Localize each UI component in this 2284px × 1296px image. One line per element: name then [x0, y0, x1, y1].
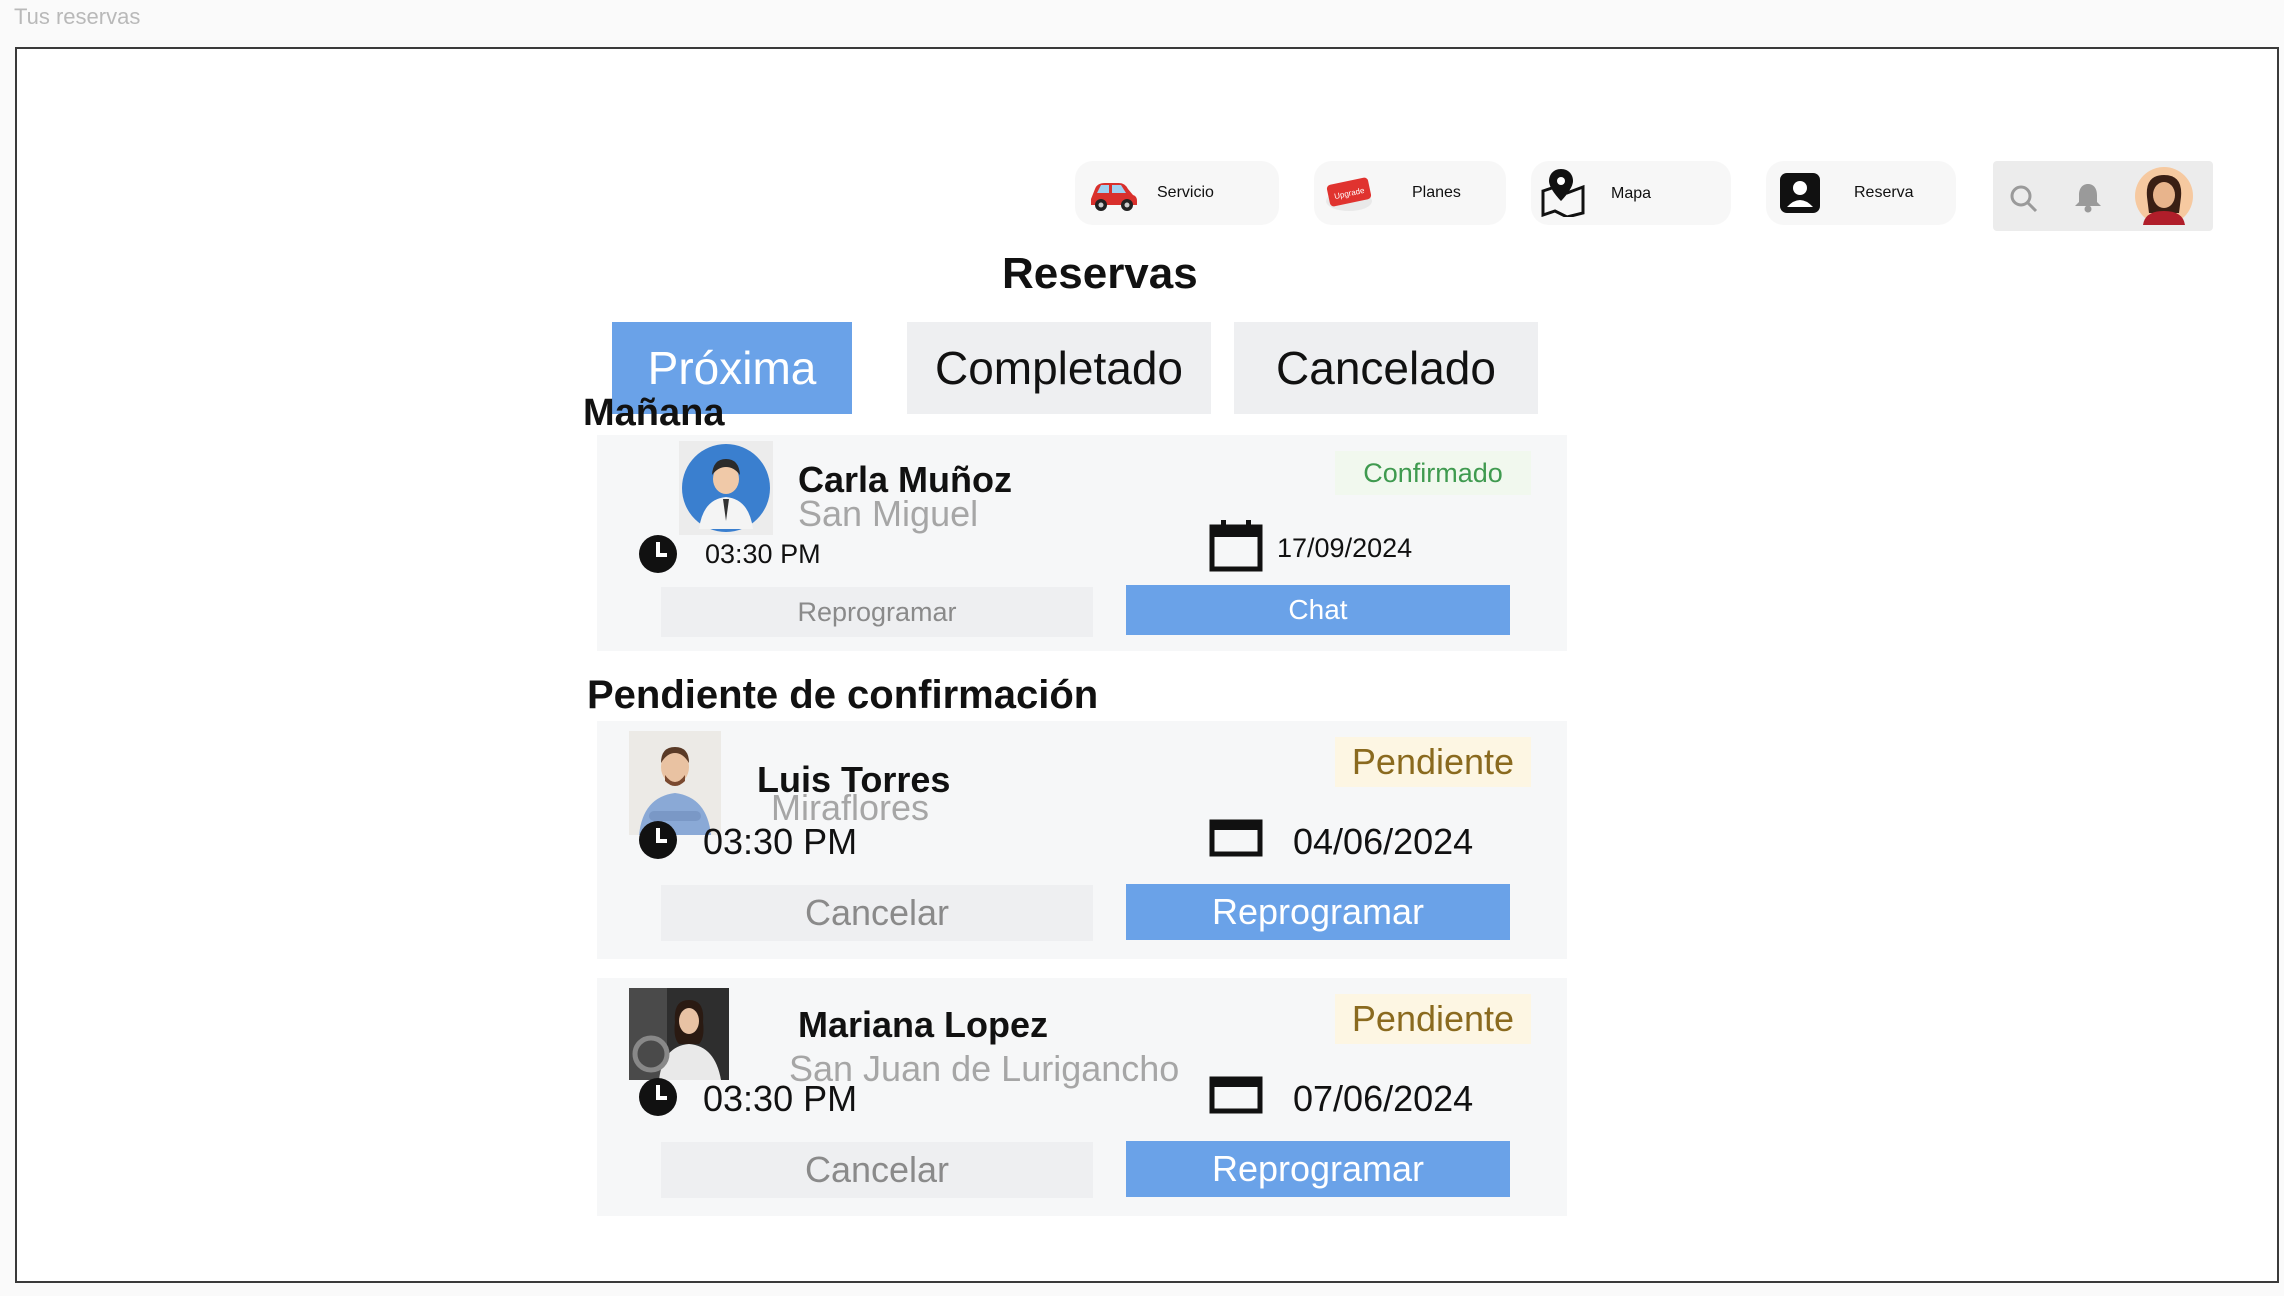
booking-time: 03:30 PM — [703, 1078, 858, 1119]
avatar-frame — [629, 988, 729, 1080]
header-tools — [1993, 161, 2213, 231]
clock-icon — [639, 535, 677, 573]
booking-date: 17/09/2024 — [1277, 533, 1413, 563]
avatar — [629, 988, 729, 1080]
clock-icon — [639, 821, 677, 859]
client-name: Mariana Lopez — [798, 1004, 1049, 1045]
reschedule-button[interactable]: Reprogramar — [661, 587, 1093, 637]
frame-label: Tus reservas — [14, 4, 141, 29]
booking-time: 03:30 PM — [705, 539, 821, 569]
status-badge: Pendiente — [1335, 994, 1531, 1044]
booking-card: Mariana Lopez San Juan de Lurigancho Pen… — [597, 978, 1567, 1216]
nav-reserva[interactable]: Reserva — [1766, 161, 1956, 225]
calendar-icon — [1209, 520, 1263, 572]
calendar-icon — [1209, 819, 1263, 857]
reschedule-button[interactable]: Reprogramar — [1126, 884, 1510, 940]
cancel-button[interactable]: Cancelar — [661, 1142, 1093, 1198]
upgrade-badge-icon: Upgrade — [1326, 177, 1372, 211]
nav-reserva-label: Reserva — [1854, 184, 1914, 201]
chat-button[interactable]: Chat — [1126, 585, 1510, 635]
avatar-frame — [679, 441, 773, 535]
booking-time: 03:30 PM — [703, 821, 858, 862]
nav-servicio-label: Servicio — [1157, 184, 1214, 201]
booking-card: Luis Torres Miraflores Pendiente 03:30 P… — [597, 721, 1567, 959]
avatar[interactable] — [2135, 167, 2193, 225]
calendar-icon — [1209, 1076, 1263, 1114]
nav-mapa[interactable]: Mapa — [1531, 161, 1731, 225]
page-title: Reservas — [1002, 249, 1198, 298]
avatar — [682, 444, 770, 532]
cancel-button[interactable]: Cancelar — [661, 885, 1093, 941]
status-badge: Pendiente — [1335, 737, 1531, 787]
tab-completado[interactable]: Completado — [907, 322, 1211, 414]
clock-icon — [639, 1078, 677, 1116]
search-icon[interactable] — [2009, 184, 2039, 214]
nav-servicio[interactable]: Servicio — [1075, 161, 1279, 225]
user-booking-icon — [1780, 173, 1820, 213]
nav-mapa-label: Mapa — [1611, 185, 1652, 202]
status-badge: Confirmado — [1335, 451, 1531, 495]
car-icon — [1091, 183, 1137, 211]
nav-planes-label: Planes — [1412, 184, 1461, 201]
nav-planes[interactable]: Upgrade Planes — [1314, 161, 1506, 225]
booking-date: 07/06/2024 — [1293, 1078, 1474, 1119]
reschedule-button[interactable]: Reprogramar — [1126, 1141, 1510, 1197]
app-frame: Servicio Upgrade Planes Mapa Reserva Res… — [15, 47, 2279, 1283]
section-title-pending: Pendiente de confirmación — [587, 673, 1099, 717]
booking-date: 04/06/2024 — [1293, 821, 1474, 862]
bell-icon[interactable] — [2073, 181, 2103, 213]
client-district: San Miguel — [798, 493, 979, 534]
section-title-tomorrow: Mañana — [583, 392, 725, 434]
map-pin-icon — [1541, 169, 1585, 217]
tab-cancelado[interactable]: Cancelado — [1234, 322, 1538, 414]
booking-card: Carla Muñoz San Miguel Confirmado 03:30 … — [597, 435, 1567, 651]
